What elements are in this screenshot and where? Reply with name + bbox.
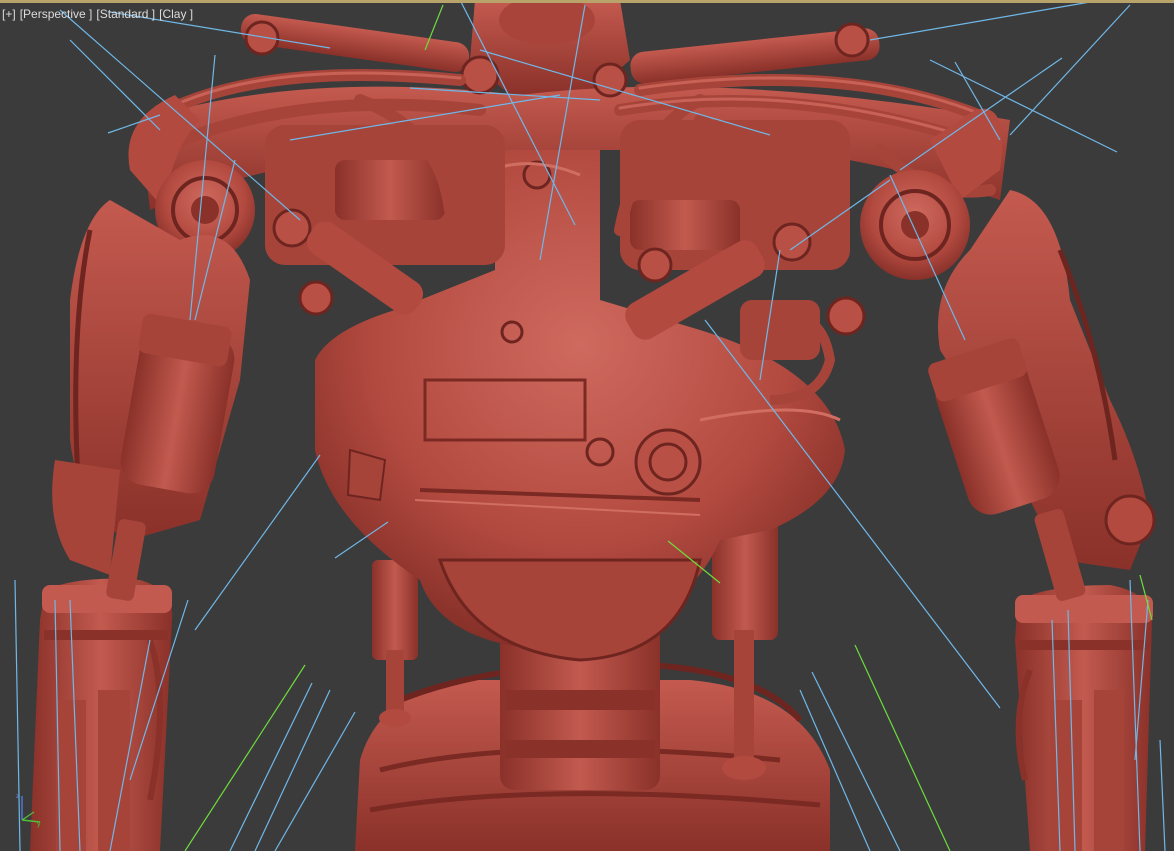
perspective-viewport[interactable]: [+] [Perspective ] [Standard ] [Clay ] z… (0, 0, 1174, 851)
axis-tripod-icon: z y (16, 793, 41, 828)
viewport-style-menu[interactable]: [Clay ] (159, 7, 193, 22)
svg-text:z: z (16, 793, 20, 800)
viewport-general-menu[interactable]: [+] (2, 7, 16, 22)
viewport-shading-menu[interactable]: [Standard ] (96, 7, 155, 22)
active-viewport-border (0, 0, 1174, 3)
svg-text:y: y (37, 821, 41, 828)
viewport-scene[interactable] (0, 0, 1174, 851)
viewport-label-menu: [+] [Perspective ] [Standard ] [Clay ] (2, 7, 193, 22)
robot-model[interactable] (30, 0, 1156, 851)
viewport-point-of-view-menu[interactable]: [Perspective ] (20, 7, 93, 22)
